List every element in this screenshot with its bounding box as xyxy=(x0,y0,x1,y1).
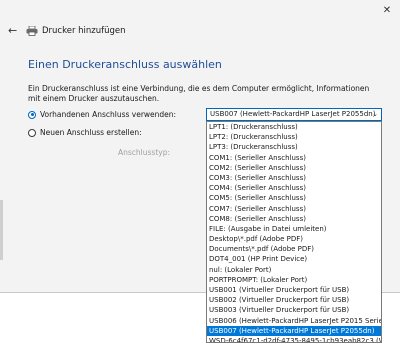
port-option[interactable]: USB006 (Hewlett-PackardHP LaserJet P2015… xyxy=(207,316,381,326)
port-option[interactable]: PORTPROMPT: (Lokaler Port) xyxy=(207,275,381,285)
background-window-edge xyxy=(0,200,3,260)
back-button[interactable]: ← xyxy=(8,25,20,37)
port-option[interactable]: COM3: (Serieller Anschluss) xyxy=(207,173,381,183)
page-description: Ein Druckeranschluss ist eine Verbindung… xyxy=(28,84,370,103)
port-option[interactable]: LPT1: (Druckeranschluss) xyxy=(207,122,381,132)
title-bar: ✕ ← Drucker hinzufügen xyxy=(0,0,400,56)
existing-port-option[interactable]: Vorhandenen Anschluss verwenden: xyxy=(28,110,176,119)
port-option[interactable]: WSD-6c4f67c1-d2df-4735-8495-1cb93eab82c3… xyxy=(207,336,381,342)
page-title: Einen Druckeranschluss auswählen xyxy=(28,58,222,71)
port-option[interactable]: COM7: (Serieller Anschluss) xyxy=(207,204,381,214)
new-port-radio[interactable] xyxy=(28,128,36,137)
port-select[interactable]: USB007 (Hewlett-PackardHP LaserJet P2055… xyxy=(206,108,382,121)
port-option[interactable]: nul: (Lokaler Port) xyxy=(207,265,381,275)
window-title: Drucker hinzufügen xyxy=(42,26,126,36)
chevron-down-icon: ⌄ xyxy=(372,110,378,118)
port-option[interactable]: USB007 (Hewlett-PackardHP LaserJet P2055… xyxy=(207,325,381,336)
port-option[interactable]: COM1: (Serieller Anschluss) xyxy=(207,153,381,163)
port-select-value: USB007 (Hewlett-PackardHP LaserJet P2055… xyxy=(210,110,376,118)
port-option[interactable]: Documents\*.pdf (Adobe PDF) xyxy=(207,244,381,254)
port-option[interactable]: LPT3: (Druckeranschluss) xyxy=(207,142,381,152)
port-option[interactable]: USB002 (Virtueller Druckerport für USB) xyxy=(207,295,381,305)
port-dropdown-list[interactable]: LPT1: (Druckeranschluss) LPT2: (Druckeran… xyxy=(206,121,382,343)
port-type-label: Anschlusstyp: xyxy=(118,148,170,157)
port-option[interactable]: USB001 (Virtueller Druckerport für USB) xyxy=(207,285,381,295)
new-port-option[interactable]: Neuen Anschluss erstellen: xyxy=(28,128,142,137)
existing-port-label: Vorhandenen Anschluss verwenden: xyxy=(40,110,177,119)
port-option[interactable]: USB003 (Virtueller Druckerport für USB) xyxy=(207,305,381,315)
existing-port-radio[interactable] xyxy=(28,110,36,119)
port-option[interactable]: COM4: (Serieller Anschluss) xyxy=(207,183,381,193)
port-option[interactable]: Desktop\*.pdf (Adobe PDF) xyxy=(207,234,381,244)
port-option[interactable]: COM5: (Serieller Anschluss) xyxy=(207,193,381,203)
port-option[interactable]: LPT2: (Druckeranschluss) xyxy=(207,132,381,142)
port-option[interactable]: DOT4_001 (HP Print Device) xyxy=(207,254,381,264)
port-option[interactable]: COM2: (Serieller Anschluss) xyxy=(207,163,381,173)
port-option[interactable]: COM8: (Serieller Anschluss) xyxy=(207,214,381,224)
port-option[interactable]: FILE: (Ausgabe in Datei umleiten) xyxy=(207,224,381,234)
close-button[interactable]: ✕ xyxy=(378,4,396,18)
printer-icon xyxy=(26,26,38,36)
new-port-label: Neuen Anschluss erstellen: xyxy=(40,128,142,137)
